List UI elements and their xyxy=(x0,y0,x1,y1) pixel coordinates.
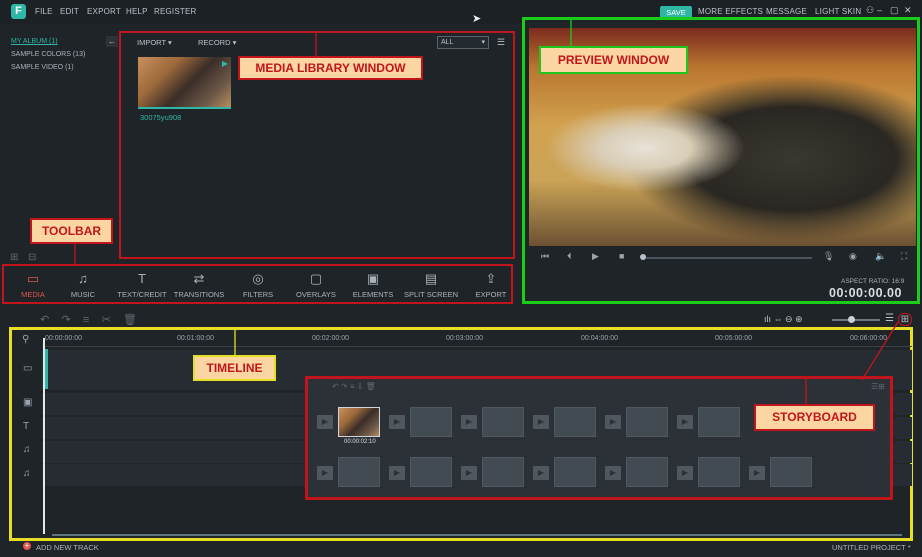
annotation-lines xyxy=(74,20,899,404)
media-library-label: MEDIA LIBRARY WINDOW xyxy=(238,56,423,80)
add-track-icon[interactable]: + xyxy=(23,542,31,550)
toolbar-label-box: TOOLBAR xyxy=(30,218,113,244)
preview-window-label: PREVIEW WINDOW xyxy=(539,46,688,74)
project-name: UNTITLED PROJECT * xyxy=(832,543,911,552)
timeline-label-box: TIMELINE xyxy=(193,355,276,381)
editor-window: F FILE EDIT EXPORT HELP REGISTER ➤ SAVE … xyxy=(0,0,922,557)
add-new-track-button[interactable]: ADD NEW TRACK xyxy=(36,543,99,552)
storyboard-icon-callout-line xyxy=(861,321,899,381)
storyboard-label-box: STORYBOARD xyxy=(754,404,875,431)
